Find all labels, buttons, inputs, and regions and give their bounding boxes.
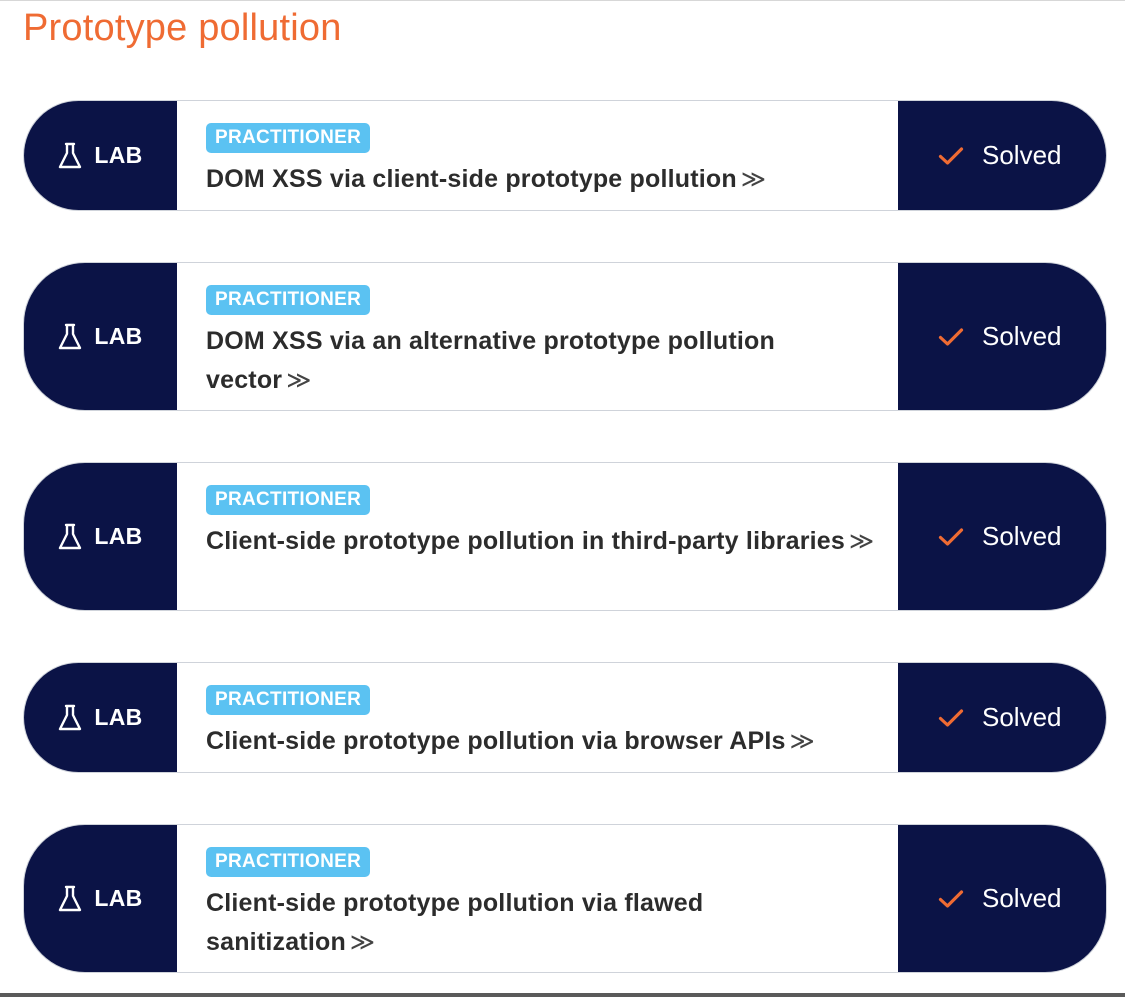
check-icon	[938, 708, 964, 728]
check-icon	[938, 146, 964, 166]
lab-status: Solved	[898, 463, 1106, 610]
lab-row[interactable]: LAB PRACTITIONER DOM XSS via client-side…	[23, 100, 1107, 211]
bottom-divider	[0, 993, 1125, 997]
double-chevron-right-icon: ≫	[740, 166, 767, 193]
lab-row[interactable]: LAB PRACTITIONER Client-side prototype p…	[23, 462, 1107, 611]
level-badge: PRACTITIONER	[206, 123, 371, 153]
lab-content: PRACTITIONER Client-side prototype pollu…	[177, 663, 898, 772]
lab-type-label: LAB	[94, 142, 143, 168]
lab-type-label: LAB	[94, 885, 143, 911]
lab-row[interactable]: LAB PRACTITIONER Client-side prototype p…	[23, 824, 1107, 973]
lab-content: PRACTITIONER DOM XSS via client-side pro…	[177, 101, 898, 210]
lab-title-link[interactable]: DOM XSS via an alternative prototype pol…	[206, 322, 878, 400]
check-icon	[938, 327, 964, 347]
flask-icon	[58, 323, 82, 351]
lab-status: Solved	[898, 825, 1106, 972]
level-badge: PRACTITIONER	[206, 485, 371, 515]
lab-status: Solved	[898, 263, 1106, 410]
level-badge: PRACTITIONER	[206, 285, 371, 315]
lab-type-badge: LAB	[24, 825, 177, 972]
double-chevron-right-icon: ≫	[849, 528, 875, 555]
double-chevron-right-icon: ≫	[789, 728, 815, 755]
double-chevron-right-icon: ≫	[349, 929, 376, 956]
lab-content: PRACTITIONER Client-side prototype pollu…	[177, 825, 898, 972]
lab-row[interactable]: LAB PRACTITIONER DOM XSS via an alternat…	[23, 262, 1107, 411]
lab-type-label: LAB	[94, 523, 143, 549]
flask-icon	[58, 142, 82, 170]
lab-list-page: Prototype pollution LAB PRACTITIONER DOM…	[0, 1, 1125, 997]
double-chevron-right-icon: ≫	[286, 367, 312, 394]
level-badge: PRACTITIONER	[206, 685, 371, 715]
lab-row[interactable]: LAB PRACTITIONER Client-side prototype p…	[23, 662, 1107, 773]
lab-type-badge: LAB	[24, 263, 177, 410]
status-label: Solved	[982, 883, 1062, 913]
status-label: Solved	[982, 140, 1062, 170]
lab-type-badge: LAB	[24, 101, 177, 210]
lab-status: Solved	[898, 663, 1106, 772]
flask-icon	[58, 704, 82, 732]
lab-status: Solved	[898, 101, 1106, 210]
lab-type-badge: LAB	[24, 463, 177, 610]
lab-title-link[interactable]: DOM XSS via client-side prototype pollut…	[206, 160, 878, 199]
lab-content: PRACTITIONER Client-side prototype pollu…	[177, 463, 898, 610]
lab-title-text: Client-side prototype pollution via flaw…	[206, 889, 704, 956]
status-label: Solved	[982, 321, 1062, 351]
check-icon	[938, 889, 964, 909]
status-label: Solved	[982, 521, 1062, 551]
flask-icon	[58, 523, 82, 551]
lab-title-text: Client-side prototype pollution via brow…	[206, 727, 786, 755]
section-title: Prototype pollution	[23, 7, 342, 49]
lab-title-link[interactable]: Client-side prototype pollution via flaw…	[206, 884, 878, 962]
status-label: Solved	[982, 702, 1062, 732]
lab-content: PRACTITIONER DOM XSS via an alternative …	[177, 263, 898, 410]
lab-title-link[interactable]: Client-side prototype pollution via brow…	[206, 722, 878, 761]
lab-type-badge: LAB	[24, 663, 177, 772]
lab-title-text: DOM XSS via client-side prototype pollut…	[206, 165, 737, 193]
level-badge: PRACTITIONER	[206, 847, 371, 877]
check-icon	[938, 527, 964, 547]
lab-title-link[interactable]: Client-side prototype pollution in third…	[206, 522, 878, 561]
lab-type-label: LAB	[94, 704, 143, 730]
lab-type-label: LAB	[94, 323, 143, 349]
lab-title-text: Client-side prototype pollution in third…	[206, 527, 846, 555]
flask-icon	[58, 885, 82, 913]
